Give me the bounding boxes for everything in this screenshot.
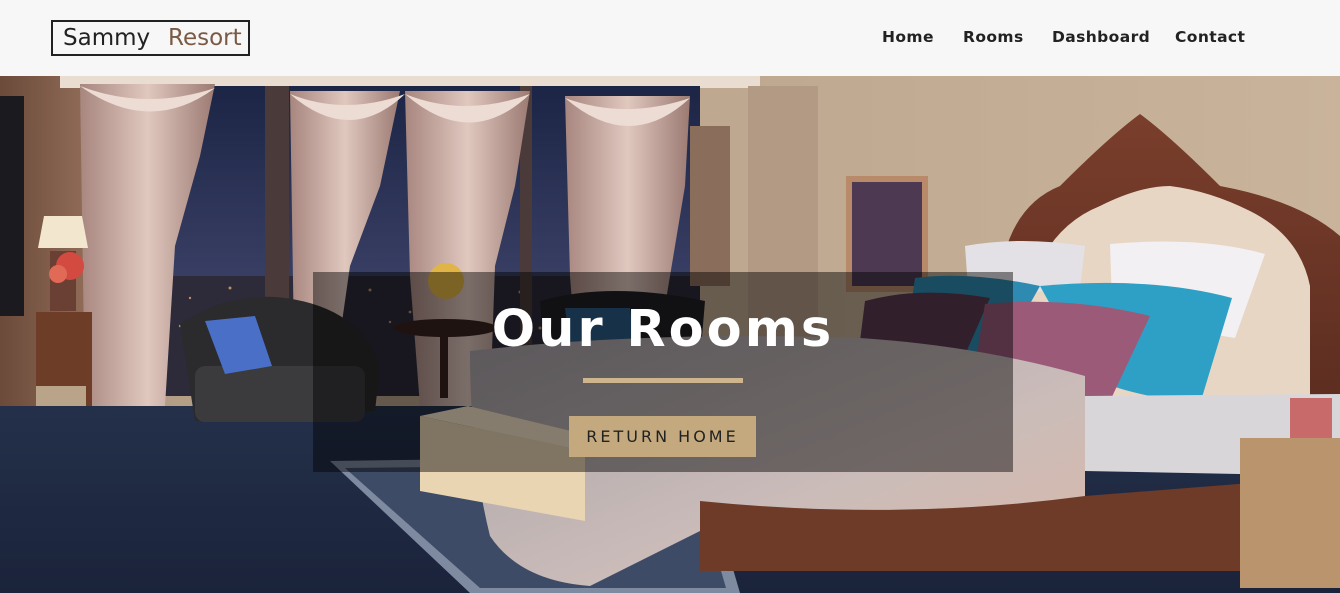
- return-home-button[interactable]: RETURN HOME: [569, 416, 756, 457]
- nav-links: Home Rooms Dashboard Contact: [0, 28, 1340, 50]
- nav-link-dashboard[interactable]: Dashboard: [1052, 28, 1150, 46]
- navbar: Sammy Resort Home Rooms Dashboard Contac…: [0, 0, 1340, 76]
- nav-link-rooms[interactable]: Rooms: [963, 28, 1024, 46]
- hero-banner: Our Rooms RETURN HOME: [313, 272, 1013, 472]
- nav-link-home[interactable]: Home: [882, 28, 934, 46]
- hero-section: Our Rooms RETURN HOME: [0, 76, 1340, 593]
- nav-link-contact[interactable]: Contact: [1175, 28, 1245, 46]
- hero-title: Our Rooms: [491, 300, 835, 359]
- title-underline: [583, 378, 743, 383]
